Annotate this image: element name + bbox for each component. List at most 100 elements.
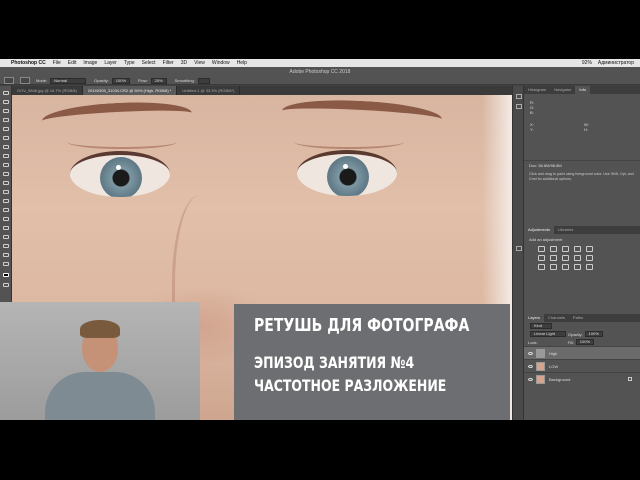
menu-view[interactable]: View [194, 60, 205, 66]
type-tool-icon[interactable] [2, 225, 10, 231]
vibrance-icon[interactable] [586, 246, 593, 252]
zoom-tool-icon[interactable] [2, 261, 10, 267]
hand-tool-icon[interactable] [2, 252, 10, 258]
brush-preset-icon[interactable] [20, 77, 30, 84]
mode-select[interactable]: Normal [50, 77, 87, 84]
tab-document-1[interactable]: GOV_9846.jpg @ 16.7% (RGB/8) [12, 86, 83, 95]
tab-libraries[interactable]: Libraries [554, 226, 577, 234]
menu-image[interactable]: Image [83, 60, 97, 66]
right-eyelid [294, 135, 404, 149]
quick-select-tool-icon[interactable] [2, 117, 10, 123]
home-icon[interactable] [4, 77, 14, 84]
marquee-tool-icon[interactable] [2, 99, 10, 105]
layer-filter-row: Kind [524, 322, 640, 330]
layer-kind-filter[interactable]: Kind [530, 323, 552, 329]
eyedropper-tool-icon[interactable] [2, 135, 10, 141]
tab-navigator[interactable]: Navigator [550, 86, 575, 94]
user-name[interactable]: Администратор [598, 60, 634, 66]
layer-lock-row: Lock: Fill: 100% [524, 338, 640, 346]
channel-mixer-icon[interactable] [586, 255, 593, 261]
tab-channels[interactable]: Channels [544, 314, 569, 322]
properties-panel-icon[interactable] [516, 104, 522, 109]
tab-histogram[interactable]: Histogram [524, 86, 550, 94]
lock-label: Lock: [528, 339, 538, 345]
shape-tool-icon[interactable] [2, 243, 10, 249]
presenter-hair [80, 320, 120, 338]
menu-file[interactable]: File [53, 60, 61, 66]
history-brush-tool-icon[interactable] [2, 171, 10, 177]
path-select-tool-icon[interactable] [2, 234, 10, 240]
visibility-eye-icon[interactable] [528, 351, 533, 355]
layer-name: Background [549, 376, 571, 382]
history-panel-icon[interactable] [516, 94, 522, 99]
brush-tool-icon[interactable] [2, 153, 10, 159]
brightness-icon[interactable] [538, 246, 545, 252]
blend-mode-select[interactable]: Linear Light [530, 331, 566, 337]
brush-panel-icon[interactable] [516, 246, 522, 251]
color-swatches-icon[interactable] [2, 272, 10, 278]
smoothing-input[interactable] [197, 77, 210, 84]
layers-panel-tabs: Layers Channels Paths [524, 314, 640, 322]
menu-3d[interactable]: 3D [181, 60, 187, 66]
threshold-icon[interactable] [562, 264, 569, 270]
hue-saturation-icon[interactable] [538, 255, 545, 261]
menu-type[interactable]: Type [124, 60, 135, 66]
crop-tool-icon[interactable] [2, 126, 10, 132]
tab-document-2[interactable]: 20140305_31034.CR2 @ 50% (High, RGB/8) * [82, 86, 178, 95]
eraser-tool-icon[interactable] [2, 180, 10, 186]
mac-menu-bar: Photoshop CC File Edit Image Layer Type … [0, 59, 640, 67]
tab-adjustments[interactable]: Adjustments [524, 226, 555, 234]
gradient-map-icon[interactable] [574, 264, 581, 270]
color-balance-icon[interactable] [550, 255, 557, 261]
selective-color-icon[interactable] [586, 264, 593, 270]
menu-layer[interactable]: Layer [104, 60, 117, 66]
menu-filter[interactable]: Filter [163, 60, 174, 66]
title-card: РЕТУШЬ ДЛЯ ФОТОГРАФА ЭПИЗОД ЗАНЯТИЯ №4 Ч… [234, 304, 510, 420]
tab-paths[interactable]: Paths [569, 314, 587, 322]
status-area: 92% Администратор [576, 59, 634, 67]
photo-filter-icon[interactable] [574, 255, 581, 261]
curves-icon[interactable] [562, 246, 569, 252]
gradient-tool-icon[interactable] [2, 189, 10, 195]
info-y-label: Y: [530, 127, 534, 132]
layer-name: High [549, 350, 558, 356]
quick-mask-icon[interactable] [2, 282, 10, 288]
posterize-icon[interactable] [550, 264, 557, 270]
menu-help[interactable]: Help [237, 60, 247, 66]
blur-tool-icon[interactable] [2, 198, 10, 204]
fill-input[interactable]: 100% [575, 339, 595, 345]
tab-document-3[interactable]: Untitled-1 @ 33.3% (RGB/8*) [177, 86, 241, 95]
black-white-icon[interactable] [562, 255, 569, 261]
healing-tool-icon[interactable] [2, 144, 10, 150]
flow-input[interactable]: 25% [150, 77, 167, 84]
layer-background[interactable]: Background [524, 372, 640, 385]
invert-icon[interactable] [538, 264, 545, 270]
menu-edit[interactable]: Edit [68, 60, 77, 66]
photoshop-title-bar: Adobe Photoshop CC 2018 Mode: Normal Opac… [0, 67, 640, 85]
move-tool-icon[interactable] [2, 90, 10, 96]
menu-select[interactable]: Select [142, 60, 156, 66]
visibility-eye-icon[interactable] [528, 364, 533, 368]
tab-info[interactable]: Info [575, 86, 591, 94]
screen-frame: Photoshop CC File Edit Image Layer Type … [0, 59, 640, 420]
lock-icon [628, 377, 632, 381]
menu-window[interactable]: Window [212, 60, 230, 66]
lasso-tool-icon[interactable] [2, 108, 10, 114]
layer-thumbnail [536, 361, 545, 371]
layer-high[interactable]: High [524, 346, 640, 359]
info-b-label: B: [530, 110, 534, 115]
battery-status[interactable]: 92% [582, 60, 592, 66]
levels-icon[interactable] [550, 246, 557, 252]
menu-app[interactable]: Photoshop CC [11, 60, 46, 66]
pen-tool-icon[interactable] [2, 216, 10, 222]
visibility-eye-icon[interactable] [528, 377, 533, 381]
layer-opacity-input[interactable]: 100% [584, 331, 603, 337]
exposure-icon[interactable] [574, 246, 581, 252]
opacity-input[interactable]: 100% [111, 77, 131, 84]
options-bar: Mode: Normal Opacity: 100% Flow: 25% Smooth… [36, 77, 218, 84]
dodge-tool-icon[interactable] [2, 207, 10, 213]
document-tabs: GOV_9846.jpg @ 16.7% (RGB/8) 20140305_31… [12, 86, 512, 95]
stamp-tool-icon[interactable] [2, 162, 10, 168]
layer-low[interactable]: LOW [524, 359, 640, 372]
tab-layers[interactable]: Layers [524, 314, 545, 322]
